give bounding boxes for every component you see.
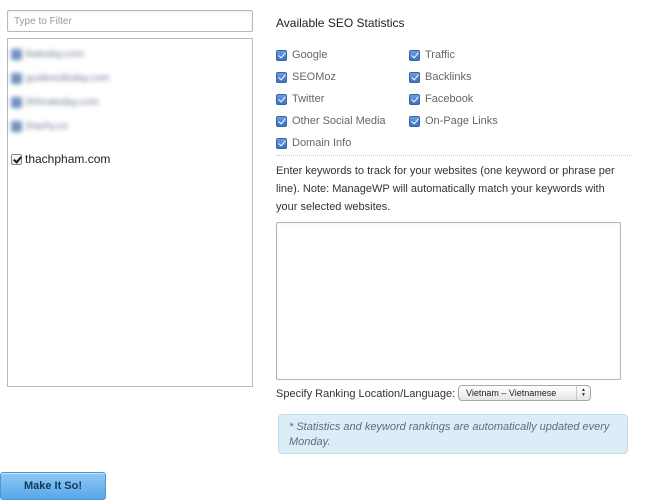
location-select-value: Vietnam – Vietnamese xyxy=(466,388,557,398)
checkbox-icon xyxy=(11,120,22,132)
location-select[interactable]: Vietnam – Vietnamese ▲ ▼ xyxy=(458,385,591,401)
checkbox-checked-icon[interactable] xyxy=(276,115,287,127)
stat-option-seomoz[interactable]: SEOMoz xyxy=(276,66,386,88)
stat-label: SEOMoz xyxy=(292,71,337,83)
location-label: Specify Ranking Location/Language: xyxy=(276,388,456,400)
checkbox-checked-icon[interactable] xyxy=(409,71,420,83)
site-label: lkatoday.com xyxy=(26,48,85,60)
stat-option-other-social-media[interactable]: Other Social Media xyxy=(276,110,386,132)
site-checkbox[interactable] xyxy=(11,153,22,165)
seo-stats-column-1: Google SEOMoz Twitter Other Social Media… xyxy=(276,44,386,154)
site-item-blurred[interactable]: guidesrdtoday.com xyxy=(8,66,252,90)
blurred-site: thhinatoday.com xyxy=(11,96,99,108)
stat-option-traffic[interactable]: Traffic xyxy=(409,44,498,66)
blurred-site: thachy.co xyxy=(11,120,69,132)
stat-label: Other Social Media xyxy=(292,115,386,127)
make-it-so-button[interactable]: Make It So! xyxy=(0,472,106,500)
site-list[interactable]: lkatoday.com guidesrdtoday.com thhinatod… xyxy=(7,38,253,387)
checkbox-icon xyxy=(11,96,22,108)
stat-label: Domain Info xyxy=(292,137,352,149)
keyword-instructions: Enter keywords to track for your website… xyxy=(276,165,615,213)
stat-label: Backlinks xyxy=(425,71,472,83)
site-label: thachy.co xyxy=(26,120,69,132)
checkbox-checked-icon[interactable] xyxy=(409,115,420,127)
site-label: thhinatoday.com xyxy=(26,96,99,108)
stat-label: Google xyxy=(292,49,328,61)
site-item-blurred[interactable]: thhinatoday.com xyxy=(8,90,252,114)
keyword-textarea[interactable] xyxy=(276,222,621,380)
stat-label: On-Page Links xyxy=(425,115,498,127)
stat-option-backlinks[interactable]: Backlinks xyxy=(409,66,498,88)
stat-label: Facebook xyxy=(425,93,474,105)
stat-option-on-page-links[interactable]: On-Page Links xyxy=(409,110,498,132)
site-label: thachpham.com xyxy=(25,152,111,166)
site-item-thachpham[interactable]: thachpham.com xyxy=(8,147,252,171)
section-divider xyxy=(276,155,632,156)
checkbox-checked-icon[interactable] xyxy=(276,71,287,83)
stat-label: Twitter xyxy=(292,93,325,105)
checkbox-checked-icon[interactable] xyxy=(276,49,287,61)
blurred-site: lkatoday.com xyxy=(11,48,85,60)
blurred-site: guidesrdtoday.com xyxy=(11,72,110,84)
stat-option-domain-info[interactable]: Domain Info xyxy=(276,132,386,154)
seo-stats-title: Available SEO Statistics xyxy=(276,16,405,30)
checkbox-checked-icon[interactable] xyxy=(276,93,287,105)
checkbox-icon xyxy=(11,72,22,84)
site-label: guidesrdtoday.com xyxy=(26,72,110,84)
checkbox-icon xyxy=(11,48,22,60)
checkbox-checked-icon[interactable] xyxy=(409,93,420,105)
update-notice: * Statistics and keyword rankings are au… xyxy=(278,414,628,454)
filter-input[interactable] xyxy=(7,10,253,32)
checkbox-checked-icon[interactable] xyxy=(276,137,287,149)
stat-option-facebook[interactable]: Facebook xyxy=(409,88,498,110)
select-arrows-icon: ▲ ▼ xyxy=(576,386,590,400)
stat-label: Traffic xyxy=(425,49,455,61)
stat-option-google[interactable]: Google xyxy=(276,44,386,66)
checkbox-checked-icon[interactable] xyxy=(409,49,420,61)
site-item-blurred[interactable]: lkatoday.com xyxy=(8,42,252,66)
site-item-blurred[interactable]: thachy.co xyxy=(8,114,252,138)
seo-stats-column-2: Traffic Backlinks Facebook On-Page Links xyxy=(409,44,498,132)
stat-option-twitter[interactable]: Twitter xyxy=(276,88,386,110)
